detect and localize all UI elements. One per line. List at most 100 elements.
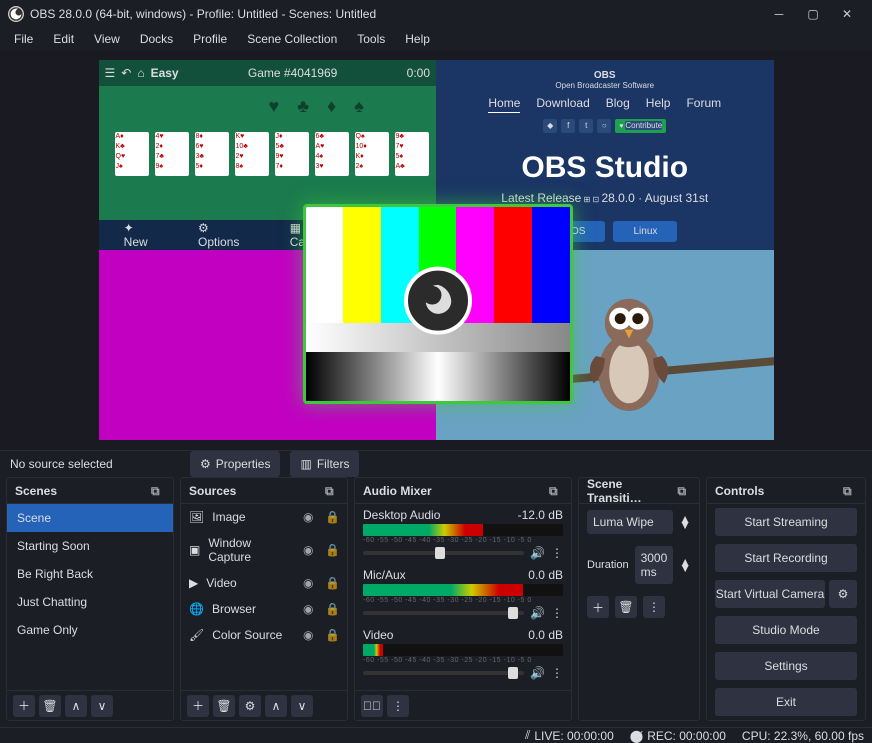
scene-item[interactable]: Game Only [7, 616, 173, 644]
visibility-toggle[interactable]: ◉ [303, 628, 317, 642]
duration-input[interactable]: 3000 ms [635, 546, 674, 584]
maximize-button[interactable]: ▢ [796, 0, 830, 28]
duration-label: Duration [587, 559, 629, 571]
scene-item[interactable]: Starting Soon [7, 532, 173, 560]
source-item[interactable]: 🖌Color Source◉🔒 [181, 622, 347, 648]
mixer-menu-button[interactable]: ⋮ [387, 695, 409, 717]
live-timer: LIVE: 00:00:00 [534, 729, 613, 743]
advanced-audio-button[interactable]: ⚙ﾟ [361, 695, 383, 717]
source-properties-button[interactable]: ⚙ [239, 695, 261, 717]
brush-icon: 🖌 [189, 628, 204, 642]
menu-edit[interactable]: Edit [43, 28, 84, 50]
minimize-button[interactable]: ─ [762, 0, 796, 28]
popout-icon[interactable]: ⧉ [843, 484, 857, 498]
menu-docks[interactable]: Docks [130, 28, 183, 50]
popout-icon[interactable]: ⧉ [549, 484, 563, 498]
obs-logo-icon [8, 6, 24, 22]
rec-timer: REC: 00:00:00 [647, 729, 726, 743]
source-item[interactable]: ▶Video◉🔒 [181, 570, 347, 596]
scene-item[interactable]: Be Right Back [7, 560, 173, 588]
transition-select[interactable]: Luma Wipe [587, 510, 673, 534]
transition-spinner[interactable]: ▲▼ [679, 516, 691, 528]
play-icon: ▶ [189, 576, 198, 590]
studio-mode-button[interactable]: Studio Mode [715, 616, 857, 644]
scene-item[interactable]: Just Chatting [7, 588, 173, 616]
channel-menu-button[interactable]: ⋮ [551, 606, 563, 620]
scene-item[interactable]: Scene [7, 504, 173, 532]
image-icon: 🖼 [189, 510, 204, 524]
window-title: OBS 28.0.0 (64-bit, windows) - Profile: … [30, 7, 762, 21]
filters-icon: ▥ [300, 457, 311, 471]
channel-name: Mic/Aux [363, 568, 406, 582]
properties-button[interactable]: ⚙Properties [190, 451, 280, 477]
start-recording-button[interactable]: Start Recording [715, 544, 857, 572]
add-source-button[interactable]: ＋ [187, 695, 209, 717]
speaker-icon[interactable]: 🔊 [530, 666, 545, 680]
speaker-icon[interactable]: 🔊 [530, 546, 545, 560]
record-icon: ⬤̸ [630, 729, 643, 743]
virtual-camera-settings-button[interactable]: ⚙ [829, 580, 857, 608]
popout-icon[interactable]: ⧉ [325, 484, 339, 498]
remove-transition-button[interactable]: 🗑 [615, 596, 637, 618]
source-item[interactable]: 🖼Image◉🔒 [181, 504, 347, 530]
channel-name: Desktop Audio [363, 508, 440, 522]
scene-down-button[interactable]: ∨ [91, 695, 113, 717]
preview-canvas[interactable]: ☰↶⌂ Easy Game #4041969 0:00 ♥♣♦♠ A♦K♣Q♥J… [99, 60, 774, 440]
visibility-toggle[interactable]: ◉ [303, 510, 317, 524]
controls-panel: Controls⧉ Start Streaming Start Recordin… [706, 477, 866, 721]
popout-icon[interactable]: ⧉ [151, 484, 165, 498]
channel-menu-button[interactable]: ⋮ [551, 546, 563, 560]
duration-spinner[interactable]: ▲▼ [679, 559, 691, 571]
menu-scene-collection[interactable]: Scene Collection [237, 28, 347, 50]
sources-panel: Sources⧉ 🖼Image◉🔒 ▣Window Capture◉🔒 ▶Vid… [180, 477, 348, 721]
source-up-button[interactable]: ∧ [265, 695, 287, 717]
speaker-icon[interactable]: 🔊 [530, 606, 545, 620]
menu-help[interactable]: Help [395, 28, 440, 50]
menu-file[interactable]: File [4, 28, 43, 50]
menu-profile[interactable]: Profile [183, 28, 237, 50]
statusbar: ⫽LIVE: 00:00:00 ⬤̸REC: 00:00:00 CPU: 22.… [0, 727, 872, 743]
filters-button[interactable]: ▥Filters [290, 451, 359, 477]
menubar: File Edit View Docks Profile Scene Colle… [0, 28, 872, 50]
channel-db: 0.0 dB [528, 568, 563, 582]
globe-icon: 🌐 [189, 602, 204, 616]
source-item[interactable]: ▣Window Capture◉🔒 [181, 530, 347, 570]
menu-view[interactable]: View [84, 28, 130, 50]
scenes-title: Scenes [15, 484, 57, 498]
menu-tools[interactable]: Tools [347, 28, 395, 50]
source-down-button[interactable]: ∨ [291, 695, 313, 717]
sources-title: Sources [189, 484, 236, 498]
popout-icon[interactable]: ⧉ [677, 484, 691, 498]
lock-toggle[interactable]: 🔒 [325, 510, 339, 524]
close-button[interactable]: ✕ [830, 0, 864, 28]
visibility-toggle[interactable]: ◉ [303, 543, 317, 557]
cpu-stats: CPU: 22.3%, 60.00 fps [742, 729, 864, 743]
start-virtual-camera-button[interactable]: Start Virtual Camera [715, 580, 825, 608]
source-image [303, 204, 573, 404]
channel-menu-button[interactable]: ⋮ [551, 666, 563, 680]
remove-scene-button[interactable]: 🗑 [39, 695, 61, 717]
volume-slider[interactable] [363, 611, 524, 615]
add-transition-button[interactable]: ＋ [587, 596, 609, 618]
window-icon: ▣ [189, 543, 200, 557]
add-scene-button[interactable]: ＋ [13, 695, 35, 717]
start-streaming-button[interactable]: Start Streaming [715, 508, 857, 536]
transition-menu-button[interactable]: ⋮ [643, 596, 665, 618]
volume-slider[interactable] [363, 551, 524, 555]
visibility-toggle[interactable]: ◉ [303, 576, 317, 590]
settings-button[interactable]: Settings [715, 652, 857, 680]
exit-button[interactable]: Exit [715, 688, 857, 716]
scene-up-button[interactable]: ∧ [65, 695, 87, 717]
source-item[interactable]: 🌐Browser◉🔒 [181, 596, 347, 622]
scenes-panel: Scenes ⧉ Scene Starting Soon Be Right Bac… [6, 477, 174, 721]
mixer-channel: Video0.0 dB -60 -55 -50 -45 -40 -35 -30 … [355, 624, 571, 684]
lock-toggle[interactable]: 🔒 [325, 628, 339, 642]
remove-source-button[interactable]: 🗑 [213, 695, 235, 717]
volume-slider[interactable] [363, 671, 524, 675]
lock-toggle[interactable]: 🔒 [325, 576, 339, 590]
mixer-title: Audio Mixer [363, 484, 432, 498]
lock-toggle[interactable]: 🔒 [325, 543, 339, 557]
lock-toggle[interactable]: 🔒 [325, 602, 339, 616]
gear-icon: ⚙ [200, 457, 211, 471]
visibility-toggle[interactable]: ◉ [303, 602, 317, 616]
